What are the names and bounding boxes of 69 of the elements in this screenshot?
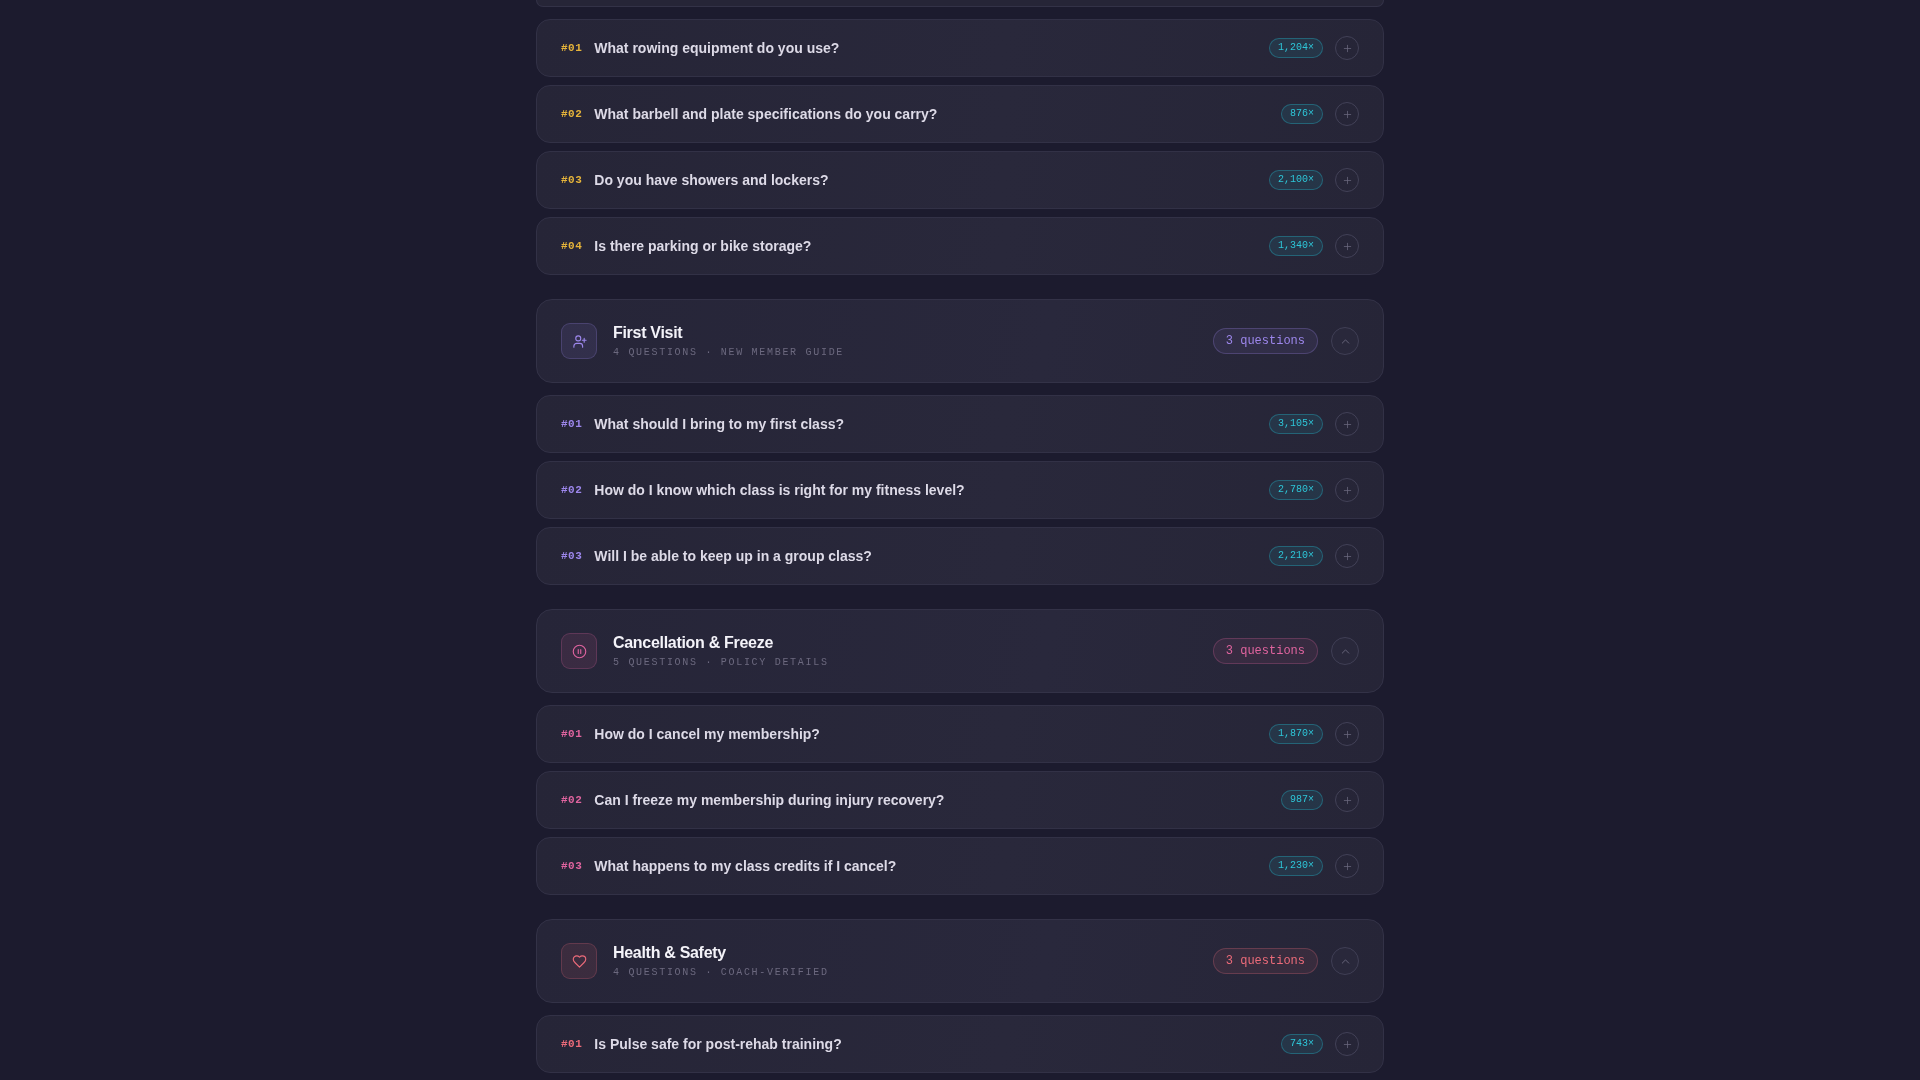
question-row[interactable]: #01 What should I bring to my first class? 3,105× — [536, 395, 1384, 453]
collapse-button[interactable] — [1331, 637, 1359, 665]
view-count: 3,105× — [1269, 414, 1323, 434]
question-row[interactable]: #03 What happens to my class credits if I cancel? 1,230× — [536, 837, 1384, 895]
question-number: #01 — [561, 42, 583, 54]
question-number: #02 — [561, 794, 583, 806]
question-text: How do I cancel my membership? — [594, 726, 821, 742]
question-text: What rowing equipment do you use? — [594, 40, 841, 56]
view-count: 1,340× — [1269, 236, 1323, 256]
collapse-button[interactable] — [1331, 947, 1359, 975]
plus-icon — [1341, 108, 1353, 120]
plus-icon — [1341, 418, 1353, 430]
question-number: #04 — [561, 240, 583, 252]
collapse-button[interactable] — [1331, 327, 1359, 355]
question-number: #03 — [561, 550, 583, 562]
question-text: How do I know which class is right for my fitness level? — [594, 482, 966, 498]
question-text: Is there parking or bike storage? — [594, 238, 813, 254]
plus-icon — [1341, 240, 1353, 252]
question-count: 3 questions — [1212, 638, 1318, 664]
question-text: What barbell and plate specifications do you carry? — [594, 106, 939, 122]
plus-icon — [1341, 174, 1353, 186]
question-row[interactable]: #03 Do you have showers and lockers? 2,100× — [536, 151, 1384, 209]
question-number: #02 — [561, 484, 583, 496]
view-count: 2,780× — [1269, 480, 1323, 500]
question-row[interactable]: #04 Is there parking or bike storage? 1,340× — [536, 217, 1384, 275]
question-text: Do you have showers and lockers? — [594, 172, 830, 188]
category-title: Health & Safety — [613, 942, 726, 963]
question-row[interactable]: #03 Will I be able to keep up in a group class? 2,210× — [536, 527, 1384, 585]
plus-icon — [1341, 728, 1353, 740]
view-count: 743× — [1281, 1034, 1323, 1054]
category-title: First Visit — [613, 322, 683, 343]
question-text: What happens to my class credits if I cancel? — [594, 858, 898, 874]
question-row[interactable]: #01 How do I cancel my membership? 1,870× — [536, 705, 1384, 763]
view-count: 1,204× — [1269, 38, 1323, 58]
plus-icon — [1341, 550, 1353, 562]
user-plus-icon — [561, 323, 597, 359]
plus-icon — [1341, 794, 1353, 806]
question-number: #03 — [561, 860, 583, 872]
view-count: 987× — [1281, 790, 1323, 810]
pause-icon — [561, 633, 597, 669]
question-row[interactable]: #02 What barbell and plate specifications do you carry? 876× — [536, 85, 1384, 143]
question-text: Will I be able to keep up in a group class? — [594, 548, 873, 564]
question-text: Is Pulse safe for post-rehab training? — [594, 1036, 843, 1052]
question-number: #03 — [561, 174, 583, 186]
category-title: Cancellation & Freeze — [613, 632, 773, 653]
question-number: #01 — [561, 728, 583, 740]
question-row[interactable]: #01 What rowing equipment do you use? 1,204× — [536, 19, 1384, 77]
question-number: #02 — [561, 108, 583, 120]
view-count: 876× — [1281, 104, 1323, 124]
question-number: #01 — [561, 1038, 583, 1050]
question-text: What should I bring to my first class? — [594, 416, 845, 432]
question-row[interactable]: #02 How do I know which class is right for my fitness level? 2,780× — [536, 461, 1384, 519]
plus-icon — [1341, 1038, 1353, 1050]
plus-icon — [1341, 860, 1353, 872]
question-row[interactable]: #01 Is Pulse safe for post-rehab training? 743× — [536, 1015, 1384, 1073]
view-count: 1,870× — [1269, 724, 1323, 744]
plus-icon — [1341, 42, 1353, 54]
question-count: 3 questions — [1212, 328, 1318, 354]
view-count: 2,100× — [1269, 170, 1323, 190]
category-subtitle: 4 QUESTIONS · COACH-VERIFIED — [613, 965, 829, 980]
question-count: 3 questions — [1212, 948, 1318, 974]
plus-icon — [1341, 484, 1353, 496]
question-text: Can I freeze my membership during injury recovery? — [594, 792, 946, 808]
view-count: 2,210× — [1269, 546, 1323, 566]
question-number: #01 — [561, 418, 583, 430]
view-count: 1,230× — [1269, 856, 1323, 876]
category-subtitle: 4 QUESTIONS · NEW MEMBER GUIDE — [613, 345, 845, 360]
category-subtitle: 5 QUESTIONS · POLICY DETAILS — [613, 655, 829, 670]
question-row[interactable]: #02 Can I freeze my membership during injury recovery? 987× — [536, 771, 1384, 829]
